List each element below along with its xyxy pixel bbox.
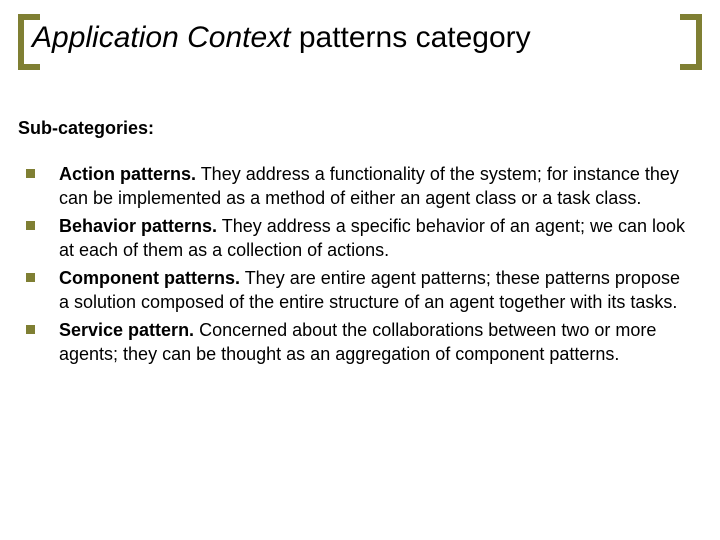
list-item: Component patterns. They are entire agen… xyxy=(18,266,692,314)
list-item-text: Action patterns. They address a function… xyxy=(59,162,692,210)
slide-title: Application Context patterns category xyxy=(32,18,531,58)
square-bullet-icon xyxy=(26,273,35,282)
list-item: Service pattern. Concerned about the col… xyxy=(18,318,692,366)
title-italic-part: Application Context xyxy=(32,21,291,54)
title-bar: Application Context patterns category xyxy=(18,14,702,74)
slide: Application Context patterns category Su… xyxy=(0,0,720,540)
list-item: Behavior patterns. They address a specif… xyxy=(18,214,692,262)
item-lead: Component patterns. xyxy=(59,268,240,288)
item-lead: Service pattern. xyxy=(59,320,194,340)
item-lead: Behavior patterns. xyxy=(59,216,217,236)
list-item-text: Component patterns. They are entire agen… xyxy=(59,266,692,314)
list-item-text: Service pattern. Concerned about the col… xyxy=(59,318,692,366)
title-rest-part: patterns category xyxy=(291,21,531,54)
body-list: Action patterns. They address a function… xyxy=(18,162,692,370)
item-lead: Action patterns. xyxy=(59,164,196,184)
bracket-right-icon xyxy=(680,14,702,70)
list-item: Action patterns. They address a function… xyxy=(18,162,692,210)
square-bullet-icon xyxy=(26,169,35,178)
square-bullet-icon xyxy=(26,221,35,230)
square-bullet-icon xyxy=(26,325,35,334)
sub-heading: Sub-categories: xyxy=(18,118,154,139)
list-item-text: Behavior patterns. They address a specif… xyxy=(59,214,692,262)
